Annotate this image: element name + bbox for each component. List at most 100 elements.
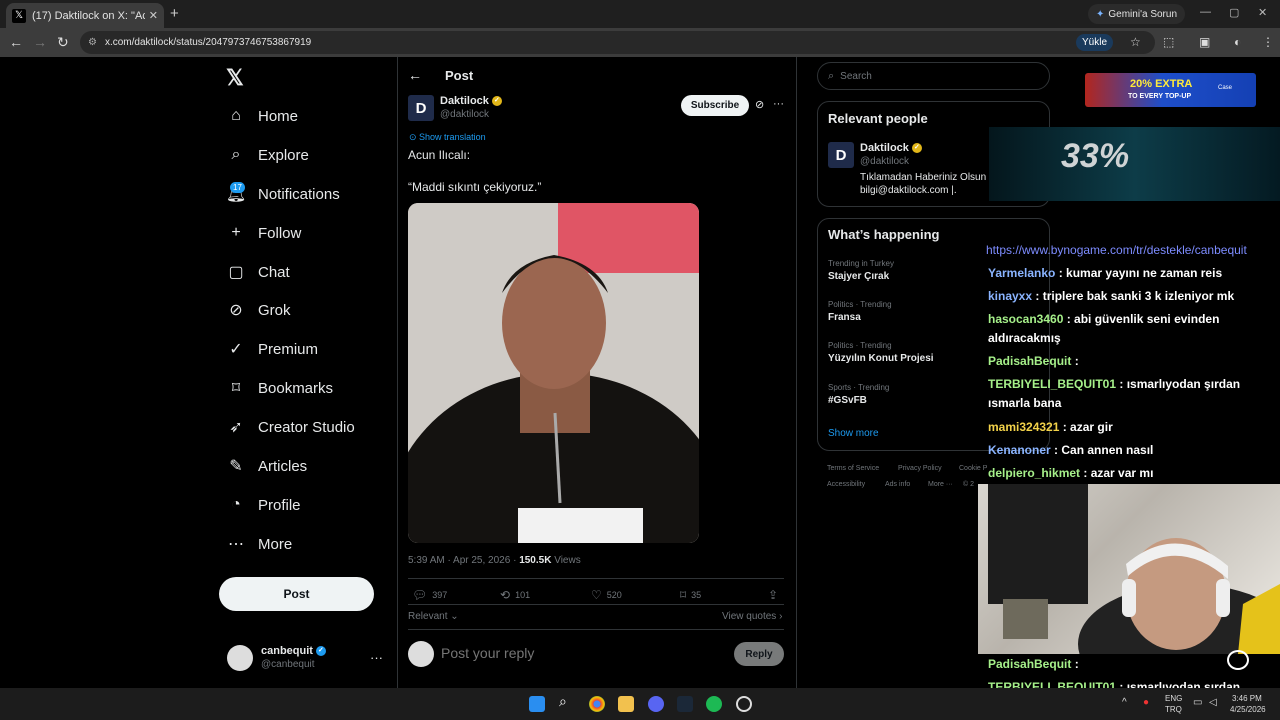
- footer-link[interactable]: Accessibility: [827, 481, 865, 488]
- spotify-icon[interactable]: [706, 696, 722, 712]
- verified-icon: ✓: [315, 646, 326, 657]
- profile-icon[interactable]: ◐: [1234, 35, 1241, 49]
- trend-category: Sports · Trending: [828, 383, 890, 392]
- person-name[interactable]: Daktilock ✓: [860, 142, 922, 154]
- sidebar-item-chat[interactable]: ▢ Chat: [226, 258, 289, 286]
- account-name[interactable]: canbequit ✓: [261, 645, 326, 657]
- upload-button[interactable]: Yükle: [1076, 34, 1114, 51]
- author-avatar[interactable]: D: [828, 142, 854, 168]
- sidepanel-icon[interactable]: ▣: [1199, 35, 1210, 49]
- footer-link[interactable]: Privacy Policy: [898, 465, 942, 472]
- reload-icon[interactable]: ↻: [57, 34, 69, 51]
- person-bio: Tıklamadan Haberiniz Olsun: [860, 172, 987, 183]
- volume-icon[interactable]: ◁: [1209, 697, 1217, 708]
- sidebar-item-explore[interactable]: ⌕ Explore: [226, 141, 309, 169]
- chrome-icon[interactable]: [589, 696, 605, 712]
- account-more-icon[interactable]: ···: [370, 650, 383, 665]
- view-quotes-text: View quotes: [722, 611, 777, 622]
- footer-link[interactable]: Cookie P: [959, 465, 987, 472]
- sidebar-item-more[interactable]: ⋯ More: [226, 530, 292, 558]
- post-image[interactable]: [408, 203, 699, 543]
- bookmark-action[interactable]: ⌑ 35: [680, 588, 701, 602]
- chat-text: : Can annen nasıl: [1050, 443, 1154, 457]
- maximize-button[interactable]: ▢: [1229, 6, 1239, 19]
- trend-item[interactable]: Fransa: [828, 312, 861, 323]
- back-arrow-icon[interactable]: ←: [9, 34, 23, 50]
- sidebar-item-bookmarks[interactable]: ⌑ Bookmarks: [226, 374, 333, 402]
- back-arrow-icon[interactable]: ←: [408, 67, 422, 83]
- app-icon[interactable]: [736, 696, 752, 712]
- show-translation-link[interactable]: ⊙ Show translation: [409, 132, 486, 143]
- browser-tab[interactable]: 𝕏 (17) Daktilock on X: "Acun Ilıcalı ✕: [6, 3, 164, 28]
- reply-action[interactable]: 💬︎ 397: [412, 588, 447, 602]
- trend-item[interactable]: #GSvFB: [828, 395, 867, 406]
- minimize-button[interactable]: —: [1200, 6, 1211, 18]
- bookmark-star-icon[interactable]: ☆: [1130, 35, 1141, 49]
- trend-item[interactable]: Stajyer Çırak: [828, 271, 889, 282]
- view-quotes-link[interactable]: View quotes ›: [722, 611, 782, 622]
- sidebar-item-home[interactable]: ⌂ Home: [226, 102, 298, 130]
- sidebar-item-label: Premium: [258, 340, 319, 358]
- home-icon: ⌂: [231, 107, 241, 124]
- x-logo-icon[interactable]: 𝕏: [226, 65, 244, 91]
- sidebar-item-creator-studio[interactable]: ➶ Creator Studio: [226, 413, 354, 441]
- grok-icon[interactable]: ⊘: [755, 98, 764, 111]
- sidebar-item-grok[interactable]: ⊘ Grok: [226, 296, 290, 324]
- notification-badge: 17: [230, 182, 245, 193]
- trend-item[interactable]: Yüzyılın Konut Projesi: [828, 353, 934, 364]
- repost-action[interactable]: ⟲ 101: [500, 588, 530, 602]
- sidebar-item-articles[interactable]: ✎ Articles: [226, 452, 307, 480]
- subscribe-button[interactable]: Subscribe: [681, 95, 749, 116]
- sidebar-item-premium[interactable]: ✓ Premium: [226, 335, 318, 363]
- author-avatar[interactable]: D: [408, 95, 434, 121]
- sidebar-item-follow[interactable]: + Follow: [226, 219, 301, 247]
- chat-text: : kumar yayını ne zaman reis: [1055, 266, 1223, 280]
- more-options-icon[interactable]: ···: [773, 98, 784, 110]
- close-tab-icon[interactable]: ✕: [149, 9, 158, 22]
- clock-time[interactable]: 3:46 PM: [1232, 694, 1262, 703]
- post-button[interactable]: Post: [219, 577, 374, 611]
- windows-start-icon[interactable]: [529, 696, 545, 712]
- search-icon[interactable]: ⌕: [559, 693, 575, 709]
- address-bar[interactable]: ⚙ x.com/daktilock/status/204797374675386…: [80, 31, 1155, 54]
- footer-link[interactable]: Ads info: [885, 481, 910, 488]
- gemini-button[interactable]: ✦ Gemini'a Sorun: [1088, 4, 1185, 24]
- forward-arrow-icon[interactable]: →: [33, 34, 47, 50]
- new-tab-button[interactable]: +: [170, 5, 179, 22]
- site-info-icon[interactable]: ⚙: [88, 37, 97, 48]
- percent-value: 33%: [1061, 137, 1130, 175]
- author-handle[interactable]: @daktilock: [440, 109, 489, 120]
- reply-button[interactable]: Reply: [734, 642, 784, 666]
- chat-username: mami324321: [988, 420, 1060, 434]
- extensions-icon[interactable]: ⬚: [1163, 35, 1174, 49]
- language-bottom: TRQ: [1165, 705, 1182, 714]
- file-explorer-icon[interactable]: [618, 696, 634, 712]
- show-more-link[interactable]: Show more: [828, 428, 879, 439]
- sidebar-item-label: Follow: [258, 224, 302, 242]
- like-action[interactable]: ♡ 520: [591, 588, 622, 602]
- sidebar-item-label: Bookmarks: [258, 379, 334, 397]
- mic-icon[interactable]: ●: [1143, 697, 1149, 708]
- search-input[interactable]: ⌕ Search: [817, 62, 1050, 90]
- discord-icon[interactable]: [648, 696, 664, 712]
- share-action[interactable]: ⇪: [768, 588, 783, 602]
- tray-chevron-icon[interactable]: ^: [1122, 697, 1127, 708]
- upload-label: Yükle: [1082, 37, 1108, 48]
- chat-message: TERBIYELI_BEQUIT01 : ısmarlıyodan şırdan…: [988, 375, 1280, 413]
- network-icon[interactable]: ▭: [1193, 697, 1202, 708]
- language-top[interactable]: ENG: [1165, 694, 1182, 703]
- avatar[interactable]: [227, 645, 253, 671]
- sort-dropdown[interactable]: Relevant ⌄: [408, 611, 459, 622]
- chat-icon: ▢: [228, 264, 244, 281]
- reply-input[interactable]: [441, 645, 701, 661]
- reply-icon: 💬︎: [412, 588, 428, 602]
- steam-icon[interactable]: [677, 696, 693, 712]
- panel-title: What’s happening: [828, 227, 940, 242]
- footer-link[interactable]: More ···: [928, 481, 953, 488]
- author-name[interactable]: Daktilock ✓: [440, 95, 502, 107]
- close-window-button[interactable]: ✕: [1258, 6, 1267, 19]
- x-favicon-icon: 𝕏: [12, 8, 26, 23]
- footer-link[interactable]: Terms of Service: [827, 465, 879, 472]
- menu-icon[interactable]: ⋮: [1262, 35, 1274, 49]
- sidebar-item-profile[interactable]: ◔ Profile: [226, 491, 300, 519]
